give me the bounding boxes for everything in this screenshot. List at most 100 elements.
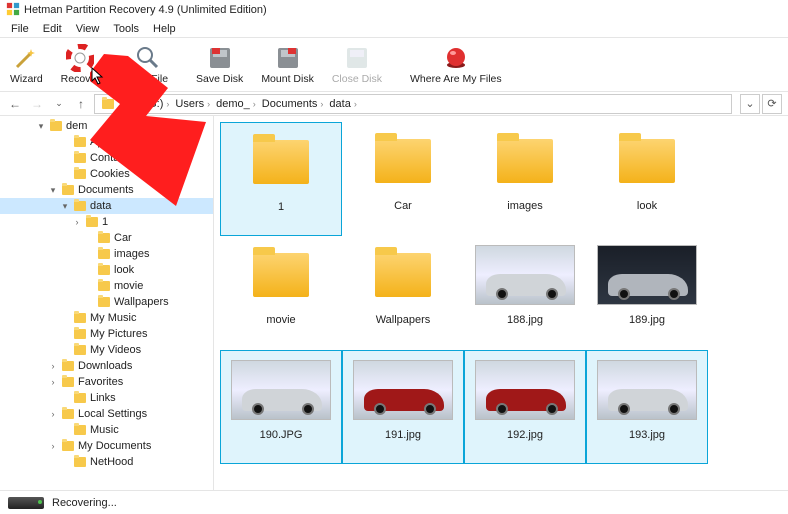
folder-icon bbox=[61, 360, 75, 372]
file-name: 191.jpg bbox=[385, 429, 421, 441]
image-item[interactable]: 189.jpg bbox=[586, 236, 708, 350]
tree-expander-icon[interactable]: › bbox=[48, 441, 58, 451]
tree-node[interactable]: ›1 bbox=[0, 214, 213, 230]
crumb-label: demo_ bbox=[216, 98, 250, 110]
menu-help[interactable]: Help bbox=[146, 21, 183, 37]
tree-node-label: 1 bbox=[102, 216, 108, 228]
tree-node[interactable]: movie bbox=[0, 278, 213, 294]
history-dropdown-button[interactable]: ⌄ bbox=[740, 94, 760, 114]
tree-node[interactable]: Contacts bbox=[0, 150, 213, 166]
tree-node[interactable]: ›Favorites bbox=[0, 374, 213, 390]
file-view[interactable]: 1 Carimages look movie Wallpapers 188.jpg189.… bbox=[214, 116, 788, 490]
tree-node[interactable]: ▾data bbox=[0, 198, 213, 214]
find-file-button[interactable]: Find File bbox=[122, 42, 174, 87]
where-files-button[interactable]: Where Are My Files bbox=[404, 42, 508, 87]
folder-tree[interactable]: ▾demApplicati…ContactsCookies▾Documents▾… bbox=[0, 116, 214, 490]
nav-back-button[interactable]: ← bbox=[6, 95, 24, 113]
folder-item[interactable]: images bbox=[464, 122, 586, 236]
tree-node[interactable]: Applicati… bbox=[0, 134, 213, 150]
file-name: 193.jpg bbox=[629, 429, 665, 441]
tree-node[interactable]: ▾Documents bbox=[0, 182, 213, 198]
folder-icon bbox=[73, 136, 87, 148]
folder-icon bbox=[97, 264, 111, 276]
menu-file[interactable]: File bbox=[4, 21, 36, 37]
save-disk-button[interactable]: Save Disk bbox=[190, 42, 249, 87]
image-item[interactable]: 190.JPG bbox=[220, 350, 342, 464]
tree-expander-icon[interactable]: › bbox=[48, 409, 58, 419]
tree-expander-icon[interactable]: › bbox=[48, 377, 58, 387]
folder-item[interactable]: Wallpapers bbox=[342, 236, 464, 350]
tree-node-label: Applicati… bbox=[90, 136, 143, 148]
tree-node[interactable]: ▾dem bbox=[0, 118, 213, 134]
tree-node-label: Downloads bbox=[78, 360, 132, 372]
menu-edit[interactable]: Edit bbox=[36, 21, 69, 37]
folder-item[interactable]: 1 bbox=[220, 122, 342, 236]
crumb-1[interactable]: Users› bbox=[172, 98, 213, 110]
tree-expander-icon[interactable]: › bbox=[72, 217, 82, 227]
file-name: look bbox=[637, 200, 657, 212]
tree-node[interactable]: Car bbox=[0, 230, 213, 246]
tree-node[interactable]: › My Documents bbox=[0, 438, 213, 454]
tree-expander-icon[interactable]: ▾ bbox=[60, 201, 70, 212]
tree-node-label: Links bbox=[90, 392, 116, 404]
chevron-right-icon: › bbox=[320, 99, 323, 109]
folder-icon bbox=[73, 312, 87, 324]
tree-node[interactable]: images bbox=[0, 246, 213, 262]
menu-tools[interactable]: Tools bbox=[106, 21, 146, 37]
floppy-red-icon bbox=[206, 44, 234, 72]
tree-node[interactable]: Music bbox=[0, 422, 213, 438]
tree-node-label: My Documents bbox=[78, 440, 151, 452]
tree-node[interactable]: My Music bbox=[0, 310, 213, 326]
status-bar: Recovering... bbox=[0, 490, 788, 514]
folder-item[interactable]: Car bbox=[342, 122, 464, 236]
folder-icon bbox=[73, 392, 87, 404]
nav-history-dropdown[interactable]: ⌄ bbox=[50, 95, 68, 113]
file-name: Wallpapers bbox=[376, 314, 431, 326]
folder-icon bbox=[97, 248, 111, 260]
tree-node[interactable]: Wallpapers bbox=[0, 294, 213, 310]
chevron-right-icon: › bbox=[354, 99, 357, 109]
image-item[interactable]: 192.jpg bbox=[464, 350, 586, 464]
tree-node[interactable]: ›Local Settings bbox=[0, 406, 213, 422]
tree-node[interactable]: › Downloads bbox=[0, 358, 213, 374]
folder-icon bbox=[102, 99, 114, 109]
tree-node[interactable]: NetHood bbox=[0, 454, 213, 470]
image-item[interactable]: 191.jpg bbox=[342, 350, 464, 464]
crumb-2[interactable]: demo_› bbox=[213, 98, 259, 110]
tree-expander-icon[interactable]: ▾ bbox=[36, 121, 46, 132]
refresh-button[interactable]: ⟳ bbox=[762, 94, 782, 114]
folder-icon bbox=[73, 200, 87, 212]
breadcrumb[interactable]: Disk (G:)› Users› demo_› Documents› data… bbox=[94, 94, 732, 114]
file-name: 1 bbox=[278, 201, 284, 213]
tree-node[interactable]: My Pictures bbox=[0, 326, 213, 342]
wizard-label: Wizard bbox=[10, 73, 43, 85]
folder-item[interactable]: look bbox=[586, 122, 708, 236]
image-thumbnail bbox=[475, 357, 575, 423]
folder-icon bbox=[475, 128, 575, 194]
recover-button[interactable]: Recover bbox=[55, 42, 106, 87]
folder-icon bbox=[61, 376, 75, 388]
folder-item[interactable]: movie bbox=[220, 236, 342, 350]
tree-node[interactable]: look bbox=[0, 262, 213, 278]
tree-expander-icon[interactable]: ▾ bbox=[48, 185, 58, 196]
menu-view[interactable]: View bbox=[69, 21, 107, 37]
tree-node-label: My Videos bbox=[90, 344, 141, 356]
folder-icon bbox=[73, 168, 87, 180]
titlebar: Hetman Partition Recovery 4.9 (Unlimited… bbox=[0, 0, 788, 20]
crumb-3[interactable]: Documents› bbox=[259, 98, 327, 110]
tree-node[interactable]: Links bbox=[0, 390, 213, 406]
mount-disk-button[interactable]: Mount Disk bbox=[255, 42, 320, 87]
save-label: Save Disk bbox=[196, 73, 243, 85]
window-title: Hetman Partition Recovery 4.9 (Unlimited… bbox=[24, 4, 267, 16]
image-thumbnail bbox=[231, 357, 331, 423]
crumb-label: Documents bbox=[262, 98, 318, 110]
tree-node[interactable]: My Videos bbox=[0, 342, 213, 358]
image-item[interactable]: 193.jpg bbox=[586, 350, 708, 464]
crumb-0[interactable]: Disk (G:)› bbox=[117, 98, 172, 110]
tree-node[interactable]: Cookies bbox=[0, 166, 213, 182]
crumb-4[interactable]: data› bbox=[326, 98, 359, 110]
nav-up-button[interactable]: ↑ bbox=[72, 95, 90, 113]
tree-expander-icon[interactable]: › bbox=[48, 361, 58, 371]
wizard-button[interactable]: Wizard bbox=[4, 42, 49, 87]
image-item[interactable]: 188.jpg bbox=[464, 236, 586, 350]
